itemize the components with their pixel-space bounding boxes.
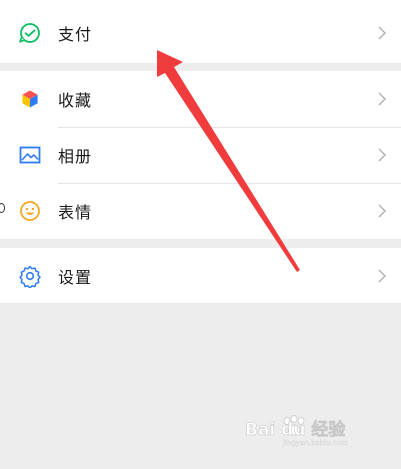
menu-item-settings-label: 设置 — [58, 267, 93, 287]
menu-item-settings[interactable]: 设置 — [0, 248, 401, 303]
menu-item-sticker[interactable]: 表情 — [0, 183, 401, 239]
menu-item-album-label: 相册 — [58, 147, 93, 166]
chevron-right-icon — [378, 204, 387, 218]
watermark-subtext: jingyan.baidu.com — [282, 439, 348, 447]
chevron-right-icon — [378, 92, 387, 106]
pay-icon — [19, 23, 40, 43]
baidu-watermark: Bai du 经验 jingyan.baidu.com — [245, 415, 348, 447]
album-icon — [19, 146, 41, 164]
menu-item-album[interactable]: 相册 — [0, 127, 401, 183]
settings-group: 设置 — [0, 248, 401, 303]
pay-group: 支付 — [0, 0, 401, 63]
chevron-right-icon — [378, 268, 387, 283]
sticker-icon — [20, 201, 40, 221]
chevron-right-icon — [378, 26, 387, 40]
favorites-icon — [21, 89, 39, 109]
chevron-right-icon — [378, 148, 387, 162]
settings-icon — [19, 265, 41, 288]
content-group: 收藏 相册 表情 — [0, 71, 401, 239]
menu-item-pay-label: 支付 — [58, 25, 93, 44]
menu-item-sticker-label: 表情 — [58, 203, 93, 222]
menu-item-pay[interactable]: 支付 — [0, 5, 401, 61]
menu-item-favorites[interactable]: 收藏 — [0, 71, 401, 127]
menu-item-favorites-label: 收藏 — [58, 91, 93, 110]
watermark-text: Bai du 经验 — [245, 419, 346, 440]
